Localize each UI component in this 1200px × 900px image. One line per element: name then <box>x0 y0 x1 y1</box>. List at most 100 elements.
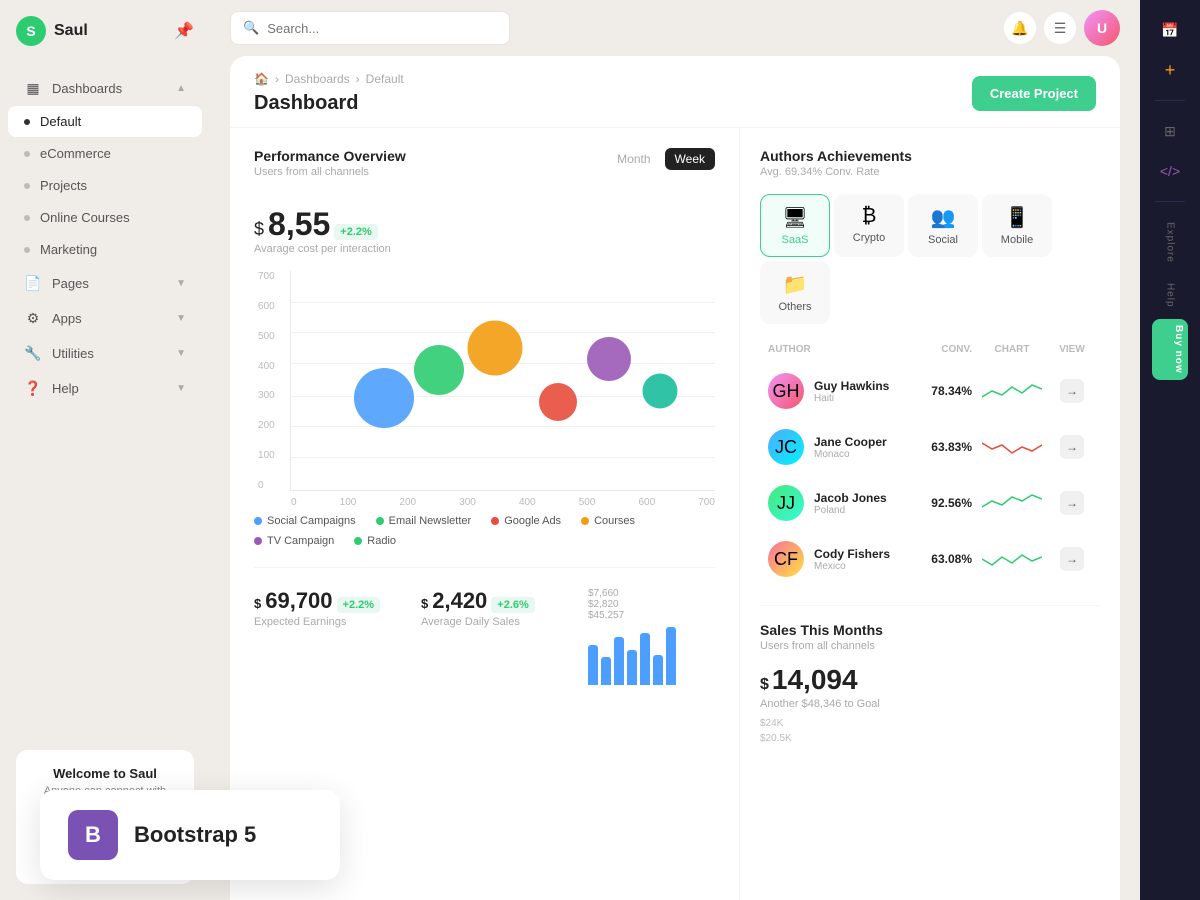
code-icon-btn[interactable]: </> <box>1152 153 1188 189</box>
bootstrap-text: Bootstrap 5 <box>134 822 256 848</box>
legend-label-tv: TV Campaign <box>267 535 334 547</box>
sales-y1: $24K <box>760 718 1100 729</box>
add-icon-btn[interactable]: + <box>1152 52 1188 88</box>
author-row-cody: CF Cody Fishers Mexico 63.08% → <box>760 533 1100 585</box>
help-arrow-icon: ▼ <box>176 383 186 394</box>
bar-6 <box>653 655 663 685</box>
cat-tab-saas[interactable]: 🖥 SaaS <box>760 194 830 257</box>
left-panel: Performance Overview Users from all chan… <box>230 128 740 900</box>
sidebar-label-utilities: Utilities <box>52 346 176 361</box>
grid-icon-btn[interactable]: ⊞ <box>1152 113 1188 149</box>
author-info-jane: Jane Cooper Monaco <box>814 435 902 460</box>
stat-bar-chart: $7,660 $2,820 $45,257 <box>588 588 715 685</box>
view-button-guy[interactable]: → <box>1060 379 1084 403</box>
social-icon: 👥 <box>931 205 956 230</box>
create-project-button[interactable]: Create Project <box>972 76 1096 111</box>
sidebar-item-apps[interactable]: ⚙ Apps ▼ <box>8 301 202 335</box>
cat-tab-social[interactable]: 👥 Social <box>908 194 978 257</box>
help-label[interactable]: Help <box>1161 275 1180 316</box>
period-month-button[interactable]: Month <box>607 148 660 170</box>
sidebar-item-ecommerce[interactable]: eCommerce <box>8 138 202 169</box>
sidebar-item-pages[interactable]: 📄 Pages ▼ <box>8 266 202 300</box>
authors-title: Authors Achievements <box>760 148 1100 164</box>
author-name-cody: Cody Fishers <box>814 547 902 561</box>
gridline <box>291 426 715 427</box>
stat-number-earnings: 69,700 <box>265 588 332 614</box>
buy-now-button[interactable]: Buy now <box>1152 319 1188 380</box>
bar-4 <box>627 650 637 685</box>
sidebar-item-dashboards[interactable]: ▦ Dashboards ▲ <box>8 71 202 105</box>
view-button-jane[interactable]: → <box>1060 435 1084 459</box>
stat-value-sales: $ 2,420 +2.6% <box>421 588 548 614</box>
author-row-jane: JC Jane Cooper Monaco 63.83% → <box>760 421 1100 473</box>
stat-label-sales: Average Daily Sales <box>421 616 548 628</box>
breadcrumb-home-icon: 🏠 <box>254 72 269 86</box>
sales-axis: $24K $20.5K <box>760 718 1100 744</box>
user-avatar-button[interactable]: U <box>1084 10 1120 46</box>
topbar: 🔍 🔔 ☰ U <box>210 0 1140 56</box>
pin-icon[interactable]: 📌 <box>174 21 194 41</box>
view-button-cody[interactable]: → <box>1060 547 1084 571</box>
author-avatar-cody: CF <box>768 541 804 577</box>
cat-tab-others[interactable]: 📁 Others <box>760 261 830 324</box>
legend-dot-social <box>254 517 262 525</box>
content-body: Performance Overview Users from all chan… <box>230 128 1120 900</box>
sidebar-label-apps: Apps <box>52 311 176 326</box>
notifications-button[interactable]: 🔔 <box>1004 12 1036 44</box>
bootstrap-icon: B <box>68 810 118 860</box>
sparkline-guy <box>982 379 1042 403</box>
welcome-title: Welcome to Saul <box>32 766 178 781</box>
cat-label-mobile: Mobile <box>1001 234 1033 246</box>
sidebar-item-help[interactable]: ❓ Help ▼ <box>8 371 202 405</box>
x-axis: 0 100 200 300 400 500 600 700 <box>291 497 715 508</box>
menu-button[interactable]: ☰ <box>1044 12 1076 44</box>
app-brand: Saul <box>54 22 88 40</box>
sidebar-item-online-courses[interactable]: Online Courses <box>8 202 202 233</box>
cat-tab-mobile[interactable]: 📱 Mobile <box>982 194 1052 257</box>
bootstrap-overlay: B Bootstrap 5 <box>40 790 340 880</box>
sidebar-item-default[interactable]: Default <box>8 106 202 137</box>
legend-email-newsletter: Email Newsletter <box>376 515 472 527</box>
view-button-jacob[interactable]: → <box>1060 491 1084 515</box>
sidebar-item-utilities[interactable]: 🔧 Utilities ▼ <box>8 336 202 370</box>
performance-subtitle: Users from all channels <box>254 166 406 178</box>
author-avatar-jacob: JJ <box>768 485 804 521</box>
sales-y2: $20.5K <box>760 733 1100 744</box>
cat-tab-crypto[interactable]: ₿ Crypto <box>834 194 904 257</box>
stat-value-earnings: $ 69,700 +2.2% <box>254 588 381 614</box>
breadcrumb-dashboards[interactable]: Dashboards <box>285 72 350 86</box>
bar-3 <box>614 637 624 685</box>
author-conv-guy: 78.34% <box>902 384 972 398</box>
calendar-icon-btn[interactable]: 📅 <box>1152 12 1188 48</box>
search-input[interactable] <box>267 21 497 36</box>
legend-radio: Radio <box>354 535 396 547</box>
page-title: Dashboard <box>254 92 404 115</box>
content-header: 🏠 › Dashboards › Default Dashboard Creat… <box>230 56 1120 128</box>
bar-1 <box>588 645 598 685</box>
breadcrumb-default[interactable]: Default <box>366 72 404 86</box>
category-tabs: 🖥 SaaS ₿ Crypto 👥 Social 📱 Mobile <box>760 194 1100 324</box>
sidebar-label-default: Default <box>40 114 186 129</box>
breadcrumb: 🏠 › Dashboards › Default <box>254 72 404 86</box>
bubble-courses <box>539 383 577 421</box>
author-info-jacob: Jacob Jones Poland <box>814 491 902 516</box>
courses-dot <box>24 215 30 221</box>
period-week-button[interactable]: Week <box>665 148 715 170</box>
sparkline-jacob <box>982 491 1042 515</box>
sidebar-item-marketing[interactable]: Marketing <box>8 234 202 265</box>
sidebar-label-pages: Pages <box>52 276 176 291</box>
sidebar-item-projects[interactable]: Projects <box>8 170 202 201</box>
ecommerce-dot <box>24 151 30 157</box>
explore-label[interactable]: Explore <box>1161 214 1180 271</box>
bubble-google <box>467 320 522 375</box>
apps-icon: ⚙ <box>24 309 42 327</box>
author-conv-jane: 63.83% <box>902 440 972 454</box>
performance-title: Performance Overview <box>254 148 406 164</box>
sales-title: Sales This Months <box>760 622 1100 638</box>
search-box[interactable]: 🔍 <box>230 11 510 45</box>
metric-dollar: $ <box>254 219 264 240</box>
stat-label-earnings: Expected Earnings <box>254 616 381 628</box>
bubble-chart-container: 700 600 500 400 300 200 100 0 <box>290 271 715 491</box>
bubble-chart: 0 100 200 300 400 500 600 700 <box>290 271 715 491</box>
authors-subtitle: Avg. 69.34% Conv. Rate <box>760 166 1100 178</box>
